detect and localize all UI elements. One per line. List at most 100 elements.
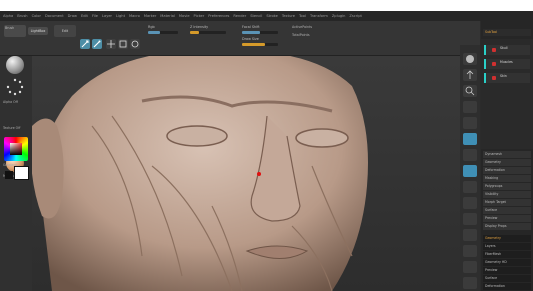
menu-item[interactable]: File [92,14,98,18]
color-square-shade [10,143,22,155]
move-icon [107,40,115,48]
right-shelf [460,45,480,291]
menu-item[interactable]: Stencil [250,14,262,18]
transp-button[interactable] [463,277,477,289]
lightbox-button[interactable]: LightBox [28,27,48,35]
menu-item[interactable]: Material [160,14,175,18]
frame-button[interactable] [463,197,477,209]
subtool-header[interactable]: SubTool [483,29,531,36]
edit-icon [81,40,89,48]
move-mode-button[interactable] [106,39,116,49]
rotate-view-button[interactable] [463,245,477,257]
z-intensity-label: Z Intensity [190,25,209,29]
zoom3d-button[interactable] [463,229,477,241]
subtool-list: Skull Muscles Skin [481,39,533,149]
menu-item[interactable]: Light [116,14,125,18]
canvas-viewport[interactable] [32,56,460,291]
menu-item[interactable]: Draw [68,14,77,18]
menu-item[interactable]: Alpha [3,14,13,18]
zoom-icon [465,86,475,96]
menu-item[interactable]: Edit [81,14,88,18]
texture-label[interactable]: Texture Off [3,126,20,130]
scale-icon [119,40,127,48]
render-sphere-icon [466,55,474,63]
subtool-row[interactable]: Muscles [484,59,530,69]
z-intensity-slider[interactable] [190,31,226,34]
bpr-render-button[interactable] [463,53,477,65]
aahalf-button[interactable] [463,117,477,129]
panel-item[interactable]: Deformation [483,167,531,174]
menu-item[interactable]: Zscript [349,14,361,18]
local-button[interactable] [463,165,477,177]
menu-bar: Alpha Brush Color Document Draw Edit Fil… [0,11,483,21]
draw-size-slider[interactable] [242,43,278,46]
menu-item[interactable]: Zplugin [332,14,346,18]
primary-color-swatch[interactable] [14,166,29,180]
rgb-slider-fill [148,31,160,34]
panel-item[interactable]: Preview [483,267,531,274]
panel-item[interactable]: FiberMesh [483,251,531,258]
subtool-row[interactable]: Skull [484,45,530,55]
secondary-color-swatch[interactable] [5,171,13,179]
stroke-dots-icon[interactable] [6,78,24,96]
panel-item[interactable]: Layers [483,243,531,250]
scroll-icon [466,70,474,79]
menu-item[interactable]: Color [32,14,41,18]
brush-preview-sphere[interactable] [6,56,24,74]
panel-item[interactable]: Dynamesh [483,151,531,158]
rgb-intensity-slider[interactable] [148,31,178,34]
alpha-label[interactable]: Alpha Off [3,100,18,104]
edit-button[interactable]: Edit [54,25,76,37]
brush-thumbnail[interactable]: Brush [4,25,26,37]
edit-mode-button[interactable] [80,39,90,49]
xyz-button[interactable] [463,181,477,193]
panel-item[interactable]: Deformation [483,283,531,290]
menu-item[interactable]: Movie [179,14,190,18]
menu-item[interactable]: Picker [194,14,205,18]
total-points-label: TotalPoints [292,33,310,37]
panel-item[interactable]: Surface [483,275,531,282]
panel-item[interactable]: Morph Target [483,199,531,206]
menu-item[interactable]: Macro [129,14,140,18]
panel-item[interactable]: Geometry [483,235,531,242]
visibility-icon[interactable] [492,62,496,66]
menu-item[interactable]: Transform [310,14,328,18]
menu-item[interactable]: Preferences [208,14,229,18]
draw-size-fill [242,43,266,46]
actual-button[interactable] [463,101,477,113]
rotate-mode-button[interactable] [130,39,140,49]
panel-item[interactable]: Geometry HD [483,259,531,266]
persp-button[interactable] [463,133,477,145]
top-shelf: Brush LightBox Edit Rgb Z Intensity Foca… [0,21,480,56]
move-view-button[interactable] [463,213,477,225]
focal-shift-slider[interactable] [242,31,278,34]
menu-item[interactable]: Document [45,14,64,18]
menu-item[interactable]: Layer [102,14,112,18]
zoom-button[interactable] [463,85,477,97]
scroll-button[interactable] [463,69,477,81]
subtool-name: Skull [500,46,508,50]
draw-mode-button[interactable] [92,39,102,49]
panel-item[interactable]: Preview [483,215,531,222]
draw-size-label: Draw Size [242,37,259,41]
visibility-icon[interactable] [492,76,496,80]
menu-item[interactable]: Brush [17,14,27,18]
menu-item[interactable]: Render [233,14,246,18]
visibility-icon[interactable] [492,48,496,52]
panel-item[interactable]: Surface [483,207,531,214]
panel-item[interactable]: Polygroups [483,183,531,190]
panel-item[interactable]: Display Props [483,223,531,230]
menu-item[interactable]: Tool [299,14,306,18]
menu-item[interactable]: Texture [282,14,295,18]
polyf-button[interactable] [463,261,477,273]
floor-button[interactable] [463,149,477,161]
panel-item[interactable]: Masking [483,175,531,182]
scale-mode-button[interactable] [118,39,128,49]
focal-shift-fill [242,31,260,34]
panel-item[interactable]: Visibility [483,191,531,198]
active-points-label: ActivePoints [292,25,313,29]
subtool-row[interactable]: Skin [484,73,530,83]
menu-item[interactable]: Stroke [266,14,277,18]
menu-item[interactable]: Marker [144,14,156,18]
panel-item[interactable]: Geometry [483,159,531,166]
